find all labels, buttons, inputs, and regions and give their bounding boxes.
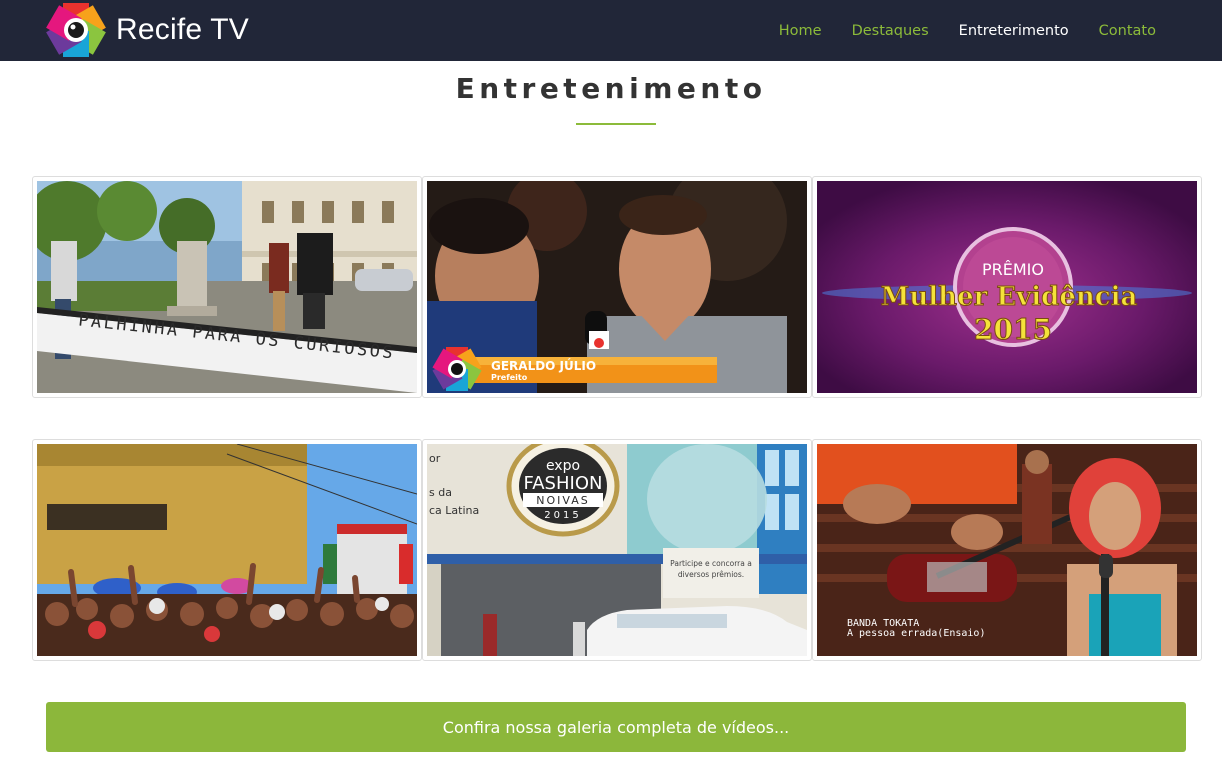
video-thumbnail-expo-fashion-noivas[interactable]: or s da ca Latina expo FASHION NOIVAS 20…	[422, 439, 812, 661]
brand-name: Recife TV	[116, 13, 249, 46]
sign-line2: FASHION	[524, 473, 603, 494]
video-thumbnail-premio-mulher-evidencia[interactable]: PRÊMIO Mulher Evidência 2015	[812, 176, 1202, 398]
wall-text-2: s da	[429, 486, 452, 499]
logo-icon	[46, 2, 106, 58]
wall-text-3: ca Latina	[429, 504, 479, 517]
wall-text-1: or	[429, 452, 441, 465]
premio-line1: PRÊMIO	[982, 260, 1044, 279]
video-thumbnail-palhinha[interactable]: PALHINHA PARA OS CURIOSOS	[32, 176, 422, 398]
nav-destaques[interactable]: Destaques	[852, 23, 929, 39]
title-divider	[576, 123, 656, 125]
lower-third-role: Prefeito	[491, 373, 528, 382]
nav-menu: Home Destaques Entreterimento Contato	[749, 0, 1156, 61]
sign-line4: 2015	[544, 510, 581, 521]
nav-entreterimento[interactable]: Entreterimento	[959, 23, 1069, 39]
premio-line2: Mulher Evidência	[881, 282, 1138, 312]
video-thumbnail-banda-tokata[interactable]: BANDA TOKATA A pessoa errada(Ensaio)	[812, 439, 1202, 661]
navbar: Recife TV Home Destaques Entreterimento …	[0, 0, 1222, 61]
sign-line1: expo	[546, 458, 580, 474]
lower-third-name: GERALDO JÚLIO	[491, 358, 596, 373]
premio-line3: 2015	[974, 313, 1052, 346]
banner-line1: Participe e concorra a	[670, 559, 752, 568]
banner-line2: diversos prêmios.	[678, 570, 744, 579]
video-thumbnail-geraldo-julio[interactable]: GERALDO JÚLIO Prefeito	[422, 176, 812, 398]
full-gallery-button[interactable]: Confira nossa galeria completa de vídeos…	[46, 702, 1186, 752]
sign-line3: NOIVAS	[536, 494, 589, 507]
nav-home[interactable]: Home	[779, 23, 822, 39]
video-thumbnail-carnaval-crowd[interactable]	[32, 439, 422, 661]
section-title: Entretenimento	[455, 72, 767, 105]
nav-contato[interactable]: Contato	[1099, 23, 1156, 39]
brand-link[interactable]: Recife TV	[46, 2, 249, 58]
banda-caption-line2: A pessoa errada(Ensaio)	[847, 628, 985, 639]
